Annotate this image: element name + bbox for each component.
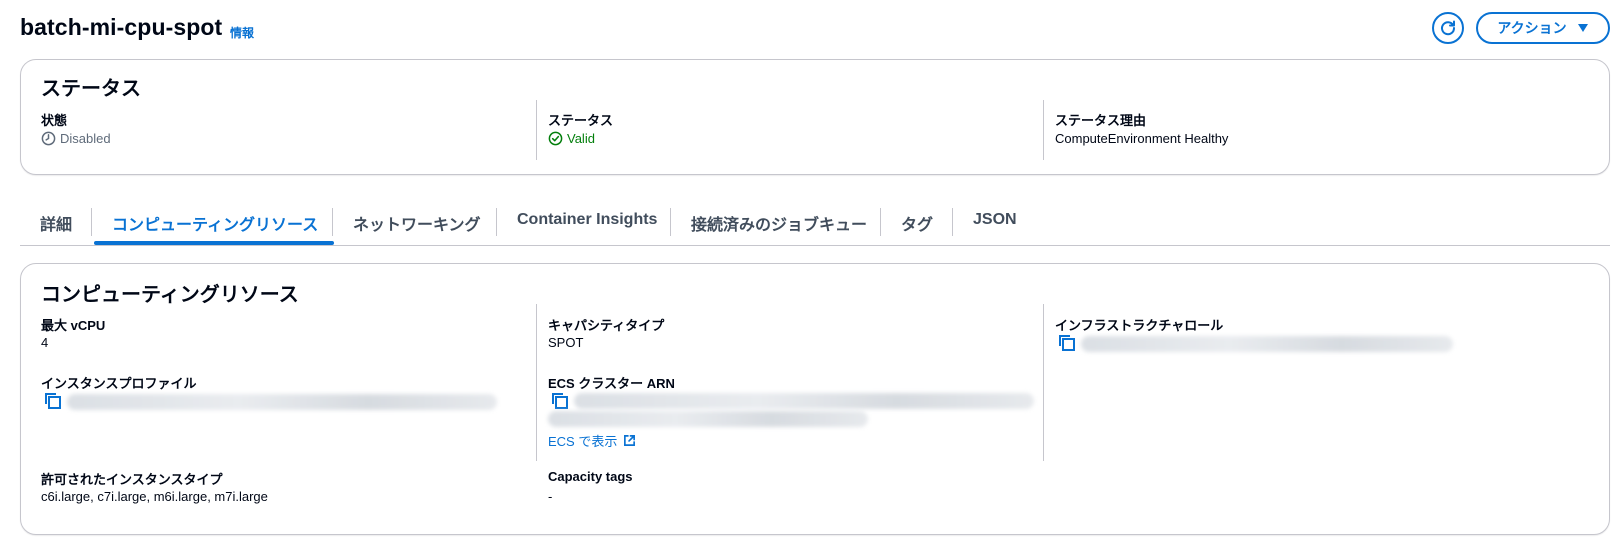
state-value: Disabled [41,131,111,146]
tab-json[interactable]: JSON [973,211,1017,233]
external-link-icon [624,435,636,446]
ecs-cluster-arn-label: ECS クラスター ARN [548,376,675,391]
copy-icon[interactable] [1057,333,1077,353]
actions-label: アクション [1497,20,1567,36]
tab-details[interactable]: 詳細 [40,211,72,234]
active-tab-indicator [94,241,334,245]
status-label: ステータス [548,113,614,128]
column-divider [536,100,537,160]
tab-compute-resources[interactable]: コンピューティングリソース [112,211,318,234]
view-in-ecs-label: ECS で表示 [548,434,618,449]
refresh-icon [1441,20,1456,36]
page-header: batch-mi-cpu-spot 情報 アクション [20,12,1610,48]
instance-profile-label: インスタンスプロファイル [41,376,197,391]
actions-dropdown-button[interactable]: アクション [1476,12,1610,44]
tab-separator [332,208,333,236]
capacity-type-label: キャパシティタイプ [548,318,665,333]
status-text: Valid [567,131,595,146]
tab-separator [880,208,881,236]
copy-icon[interactable] [550,391,570,411]
tab-bar: 詳細 コンピューティングリソース ネットワーキング Container Insi… [20,200,1610,246]
status-container: ステータス 状態 Disabled ステータス Valid ステータス理由 Co… [20,59,1610,175]
infrastructure-role-label: インフラストラクチャロール [1055,318,1224,333]
status-container-title: ステータス [41,78,141,100]
allowed-instance-types-value: c6i.large, c7i.large, m6i.large, m7i.lar… [41,489,268,504]
column-divider [1043,304,1044,461]
max-vcpu-label: 最大 vCPU [41,318,106,333]
compute-resources-title: コンピューティングリソース [41,284,299,306]
redacted-ecs-cluster-arn [574,393,1034,409]
redacted-infrastructure-role-arn [1081,336,1453,352]
check-circle-icon [548,131,563,146]
info-link[interactable]: 情報 [230,24,254,41]
refresh-button[interactable] [1432,12,1464,44]
tab-tags[interactable]: タグ [901,211,933,234]
tab-separator [670,208,671,236]
tab-separator [496,208,497,236]
copy-icon[interactable] [43,391,63,411]
redacted-ecs-cluster-arn-line2 [548,411,868,427]
status-reason-value: ComputeEnvironment Healthy [1055,131,1229,146]
column-divider [536,304,537,461]
allowed-instance-types-label: 許可されたインスタンスタイプ [41,472,223,487]
tab-connected-job-queues[interactable]: 接続済みのジョブキュー [691,211,867,234]
tab-separator [91,208,92,236]
status-value: Valid [548,131,595,146]
capacity-tags-label: Capacity tags [548,469,633,484]
redacted-instance-profile-arn [67,394,497,410]
column-divider [1043,100,1044,160]
capacity-type-value: SPOT [548,335,584,350]
view-in-ecs-link[interactable]: ECS で表示 [548,431,636,450]
tab-container-insights[interactable]: Container Insights [517,211,657,233]
tab-separator [952,208,953,236]
status-reason-label: ステータス理由 [1055,113,1147,128]
max-vcpu-value: 4 [41,335,49,350]
tab-networking[interactable]: ネットワーキング [353,211,481,234]
capacity-tags-value: - [548,489,553,504]
compute-resources-container: コンピューティングリソース 最大 vCPU 4 インスタンスプロファイル 許可さ… [20,263,1610,535]
page-title: batch-mi-cpu-spot [20,14,223,40]
state-label: 状態 [41,113,68,128]
caret-down-icon [1577,24,1588,32]
clock-icon [41,131,56,146]
state-text: Disabled [60,131,111,146]
